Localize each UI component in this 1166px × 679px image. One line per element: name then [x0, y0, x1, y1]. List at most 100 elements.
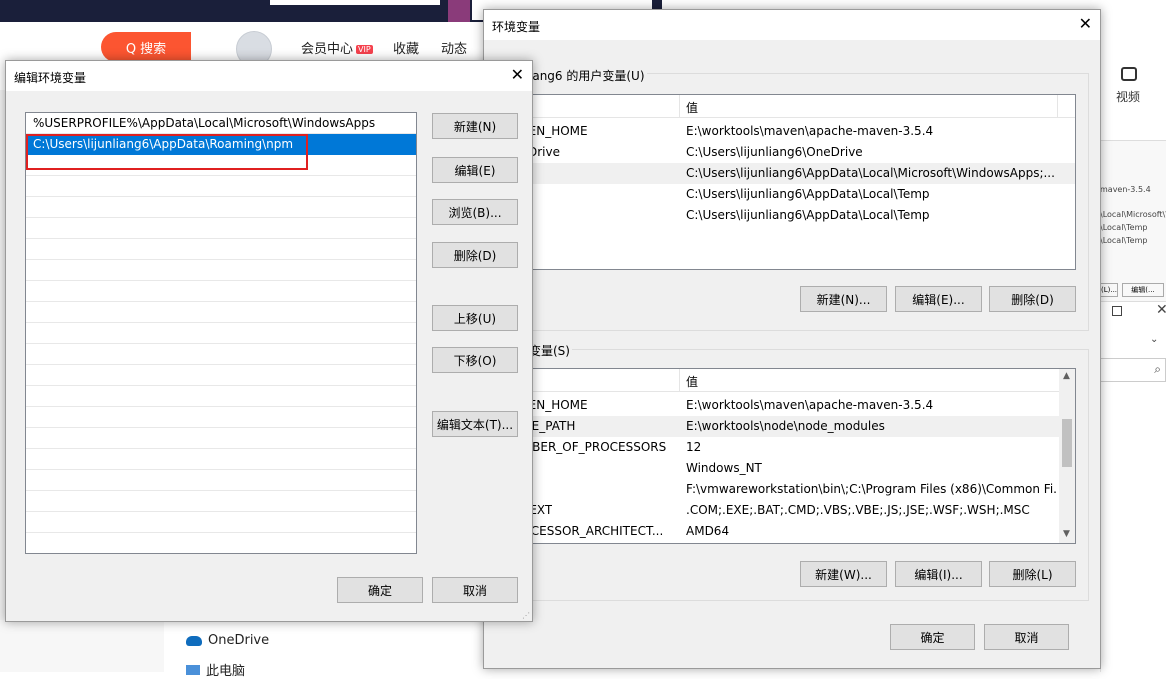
table-row[interactable]: THEXT .COM;.EXE;.BAT;.CMD;.VBS;.VBE;.JS;… [509, 500, 1075, 521]
env-cancel-button[interactable]: 取消 [984, 624, 1069, 650]
nav-member-center[interactable]: 会员中心 VIP [301, 38, 373, 57]
resize-grip-icon[interactable]: ⋰ [522, 611, 530, 620]
table-row[interactable]: MP C:\Users\lijunliang6\AppData\Local\Te… [509, 205, 1075, 226]
list-item[interactable] [26, 218, 416, 239]
user-edit-button[interactable]: 编辑(E)... [895, 286, 982, 312]
list-item[interactable] [26, 407, 416, 428]
close-icon[interactable]: ✕ [1079, 14, 1092, 33]
banner-strip [270, 0, 440, 5]
list-item[interactable] [26, 512, 416, 533]
table-row[interactable]: UMBER_OF_PROCESSORS 12 [509, 437, 1075, 458]
env-ok-button[interactable]: 确定 [890, 624, 975, 650]
list-item[interactable] [26, 176, 416, 197]
peek-line: \Local\Temp [1100, 236, 1148, 245]
explorer-search-box[interactable]: ⌕ [1100, 358, 1166, 382]
browse-button[interactable]: 浏览(B)... [432, 199, 518, 225]
column-separator[interactable] [1057, 95, 1058, 117]
cancel-button[interactable]: 取消 [432, 577, 518, 603]
column-separator[interactable] [679, 369, 680, 391]
table-row[interactable]: AVEN_HOME E:\worktools\maven\apache-mave… [509, 121, 1075, 142]
search-icon: ⌕ [1154, 362, 1161, 376]
vip-badge: VIP [356, 45, 373, 54]
system-edit-button[interactable]: 编辑(I)... [895, 561, 982, 587]
table-row[interactable]: th F:\vmwareworkstation\bin\;C:\Program … [509, 479, 1075, 500]
path-entry: %USERPROFILE%\AppData\Local\Microsoft\Wi… [33, 116, 376, 130]
table-row[interactable]: th C:\Users\lijunliang6\AppData\Local\Mi… [509, 163, 1075, 184]
path-entries-list[interactable]: %USERPROFILE%\AppData\Local\Microsoft\Wi… [25, 112, 417, 554]
table-row[interactable]: ODE_PATH E:\worktools\node\node_modules [509, 416, 1075, 437]
chevron-down-icon[interactable]: ⌄ [1150, 334, 1158, 345]
scroll-down-icon[interactable]: ▼ [1063, 529, 1070, 539]
table-row[interactable]: ROCESSOR_ARCHITECT... AMD64 [509, 521, 1075, 542]
var-value: C:\Users\lijunliang6\AppData\Local\Micro… [686, 166, 1054, 180]
delete-button[interactable]: 删除(D) [432, 242, 518, 268]
system-vars-scrollbar[interactable]: ▲ ▼ [1059, 369, 1075, 543]
edit-env-var-title: 编辑环境变量 [14, 71, 87, 85]
list-item[interactable] [26, 239, 416, 260]
list-item[interactable]: %USERPROFILE%\AppData\Local\Microsoft\Wi… [26, 113, 416, 134]
list-item[interactable] [26, 365, 416, 386]
table-row[interactable]: S Windows_NT [509, 458, 1075, 479]
list-item[interactable] [26, 428, 416, 449]
user-delete-button[interactable]: 删除(D) [989, 286, 1076, 312]
system-vars-group-label: 变量(S) [527, 342, 572, 359]
system-new-button[interactable]: 新建(W)... [800, 561, 887, 587]
new-button[interactable]: 新建(N) [432, 113, 518, 139]
list-item[interactable] [26, 323, 416, 344]
column-header-value[interactable]: 值 [686, 99, 698, 116]
list-item[interactable] [26, 386, 416, 407]
env-vars-titlebar: 环境变量 ✕ [484, 10, 1100, 40]
peek-button: (L)... [1100, 283, 1118, 297]
env-vars-title: 环境变量 [492, 20, 541, 34]
highlight-annotation-box [26, 134, 308, 170]
explorer-item-this-pc[interactable]: 此电脑 [186, 660, 245, 679]
var-value: E:\worktools\node\node_modules [686, 419, 885, 433]
edit-env-var-dialog: 编辑环境变量 ✕ %USERPROFILE%\AppData\Local\Mic… [5, 60, 533, 622]
nav-member-center-label: 会员中心 [301, 42, 354, 57]
list-item[interactable] [26, 260, 416, 281]
list-item[interactable] [26, 281, 416, 302]
scroll-thumb[interactable] [1062, 419, 1072, 467]
user-new-button[interactable]: 新建(N)... [800, 286, 887, 312]
table-row[interactable]: MP C:\Users\lijunliang6\AppData\Local\Te… [509, 184, 1075, 205]
close-icon[interactable]: ✕ [1156, 302, 1166, 318]
search-button[interactable]: Q 搜索 [101, 32, 191, 62]
move-up-button[interactable]: 上移(U) [432, 305, 518, 331]
maximize-icon[interactable] [1112, 306, 1122, 316]
list-item[interactable] [26, 533, 416, 553]
peek-line: \Local\Microsoft\W [1100, 210, 1166, 219]
var-value: C:\Users\lijunliang6\AppData\Local\Temp [686, 187, 930, 201]
peek-line: \Local\Temp [1100, 223, 1148, 232]
column-header-value[interactable]: 值 [686, 373, 698, 390]
list-item[interactable] [26, 344, 416, 365]
edit-text-button[interactable]: 编辑文本(T)... [432, 411, 518, 437]
close-icon[interactable]: ✕ [511, 65, 524, 84]
video-label[interactable]: 视频 [1116, 88, 1140, 105]
user-vars-group-label: iang6 的用户变量(U) [527, 67, 647, 84]
user-vars-list[interactable]: 量 值 AVEN_HOME E:\worktools\maven\apache-… [508, 94, 1076, 270]
nav-favorites[interactable]: 收藏 [393, 38, 419, 57]
list-item[interactable] [26, 470, 416, 491]
nav-dynamics[interactable]: 动态 [441, 38, 467, 57]
edit-env-var-titlebar: 编辑环境变量 ✕ [6, 61, 532, 91]
explorer-item-this-pc-label: 此电脑 [206, 664, 246, 679]
edit-button[interactable]: 编辑(E) [432, 157, 518, 183]
column-separator[interactable] [679, 95, 680, 117]
var-value: F:\vmwareworkstation\bin\;C:\Program Fil… [686, 482, 1056, 496]
move-down-button[interactable]: 下移(O) [432, 347, 518, 373]
table-row[interactable]: AVEN_HOME E:\worktools\maven\apache-mave… [509, 395, 1075, 416]
scroll-up-icon[interactable]: ▲ [1063, 371, 1070, 381]
list-item[interactable] [26, 197, 416, 218]
system-delete-button[interactable]: 删除(L) [989, 561, 1076, 587]
table-row[interactable]: neDrive C:\Users\lijunliang6\OneDrive [509, 142, 1075, 163]
user-vars-header: 量 值 [509, 95, 1075, 118]
ok-button[interactable]: 确定 [337, 577, 423, 603]
list-item[interactable] [26, 491, 416, 512]
video-icon[interactable] [1121, 67, 1137, 81]
explorer-item-onedrive[interactable]: OneDrive [186, 633, 269, 648]
computer-icon [186, 664, 200, 675]
system-vars-list[interactable]: 量 值 AVEN_HOME E:\worktools\maven\apache-… [508, 368, 1076, 544]
list-item[interactable] [26, 302, 416, 323]
list-item[interactable] [26, 449, 416, 470]
cloud-icon [186, 635, 202, 646]
